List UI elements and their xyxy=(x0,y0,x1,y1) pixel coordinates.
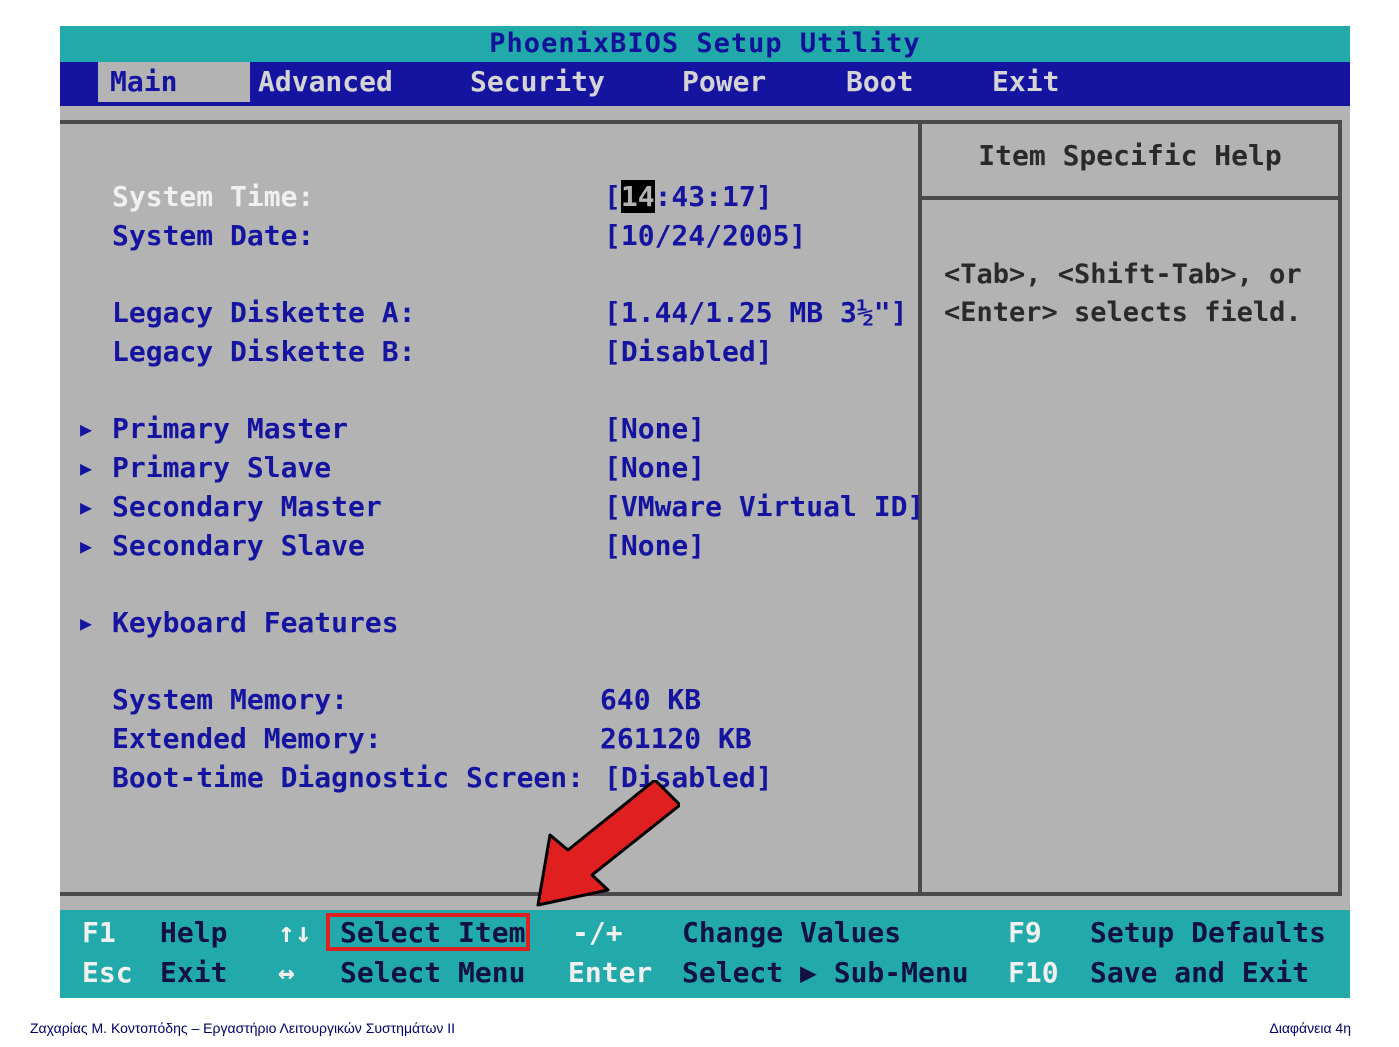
desc-select-menu: Select Menu xyxy=(340,956,526,989)
panel-bottom-border xyxy=(60,892,1342,896)
select-item-highlight xyxy=(326,913,530,951)
diskette-a-value[interactable]: [1.44/1.25 MB 3½"] xyxy=(604,295,907,331)
secondary-master-value: [VMware Virtual ID] xyxy=(604,490,925,523)
menu-underline xyxy=(60,102,1350,106)
help-title: Item Specific Help xyxy=(978,139,1282,172)
key-legend-footer: F1 Help ↑↓ Select Item -/+ Change Values… xyxy=(60,910,1350,998)
primary-master-label: Primary Master xyxy=(112,412,349,445)
key-f10: F10 xyxy=(1008,956,1059,989)
key-f1: F1 xyxy=(82,916,116,949)
desc-select-submenu: Select ▶ Sub-Menu xyxy=(682,956,969,989)
help-separator xyxy=(922,196,1338,200)
help-line-2: <Enter> selects field. xyxy=(944,297,1302,328)
menu-exit[interactable]: Exit xyxy=(992,62,1059,102)
key-f9: F9 xyxy=(1008,916,1042,949)
submenu-arrow-icon: ▶ xyxy=(80,417,93,441)
menu-security[interactable]: Security xyxy=(470,62,605,102)
menu-boot[interactable]: Boot xyxy=(846,62,913,102)
help-line-1: <Tab>, <Shift-Tab>, or xyxy=(944,259,1302,290)
system-memory-value: 640 KB xyxy=(600,683,702,716)
secondary-slave-value: [None] xyxy=(604,529,706,562)
secondary-slave-label: Secondary Slave xyxy=(112,529,365,562)
bios-title: PhoenixBIOS Setup Utility xyxy=(60,26,1350,62)
slide-author-caption: Ζαχαρίας Μ. Κοντοπόδης – Εργαστήριο Λειτ… xyxy=(30,1020,456,1036)
primary-slave-value: [None] xyxy=(604,451,706,484)
desc-save-exit: Save and Exit xyxy=(1090,956,1310,989)
key-enter: Enter xyxy=(568,956,653,989)
system-memory-label: System Memory: xyxy=(112,683,349,716)
key-minus-plus: -/+ xyxy=(572,916,623,949)
updown-arrows-icon: ↑↓ xyxy=(278,916,312,949)
submenu-arrow-icon: ▶ xyxy=(80,534,93,558)
extended-memory-label: Extended Memory: xyxy=(112,722,382,755)
menu-power[interactable]: Power xyxy=(682,62,766,102)
diskette-a-label: Legacy Diskette A: xyxy=(112,296,416,329)
panel-right-border xyxy=(1338,120,1342,896)
primary-slave-label: Primary Slave xyxy=(112,451,332,484)
submenu-arrow-icon: ▶ xyxy=(80,495,93,519)
system-time-value[interactable]: [14:43:17] xyxy=(604,179,773,215)
desc-setup-defaults: Setup Defaults xyxy=(1090,916,1327,949)
secondary-master-label: Secondary Master xyxy=(112,490,382,523)
desc-help: Help xyxy=(160,916,228,949)
bios-screen: PhoenixBIOS Setup Utility Main Advanced … xyxy=(60,26,1350,998)
desc-exit: Exit xyxy=(160,956,228,989)
system-date-value[interactable]: [10/24/2005] xyxy=(604,218,806,254)
leftright-arrows-icon: ↔ xyxy=(278,956,295,989)
system-time-label: System Time: xyxy=(112,180,315,213)
system-date-label: System Date: xyxy=(112,219,315,252)
keyboard-features-label: Keyboard Features xyxy=(112,606,399,639)
menu-bar: Main Advanced Security Power Boot Exit xyxy=(60,62,1350,102)
key-esc: Esc xyxy=(82,956,133,989)
submenu-arrow-icon: ▶ xyxy=(80,611,93,635)
help-text: <Tab>, <Shift-Tab>, or <Enter> selects f… xyxy=(944,256,1334,332)
desc-change-values: Change Values xyxy=(682,916,902,949)
submenu-arrow-icon: ▶ xyxy=(80,456,93,480)
menu-main[interactable]: Main xyxy=(98,62,250,102)
extended-memory-value: 261120 KB xyxy=(600,722,752,755)
primary-master-value: [None] xyxy=(604,412,706,445)
edit-cursor: 14 xyxy=(620,180,655,213)
red-arrow-icon xyxy=(536,780,680,907)
main-settings-panel: System Time: [14:43:17] System Date: [10… xyxy=(60,124,924,892)
slide-number-caption: Διαφάνεια 4η xyxy=(1269,1020,1351,1036)
diskette-b-label: Legacy Diskette B: xyxy=(112,335,416,368)
boot-diagnostic-label: Boot-time Diagnostic Screen: xyxy=(112,761,585,794)
diskette-b-value[interactable]: [Disabled] xyxy=(604,334,773,370)
menu-advanced[interactable]: Advanced xyxy=(258,62,393,102)
